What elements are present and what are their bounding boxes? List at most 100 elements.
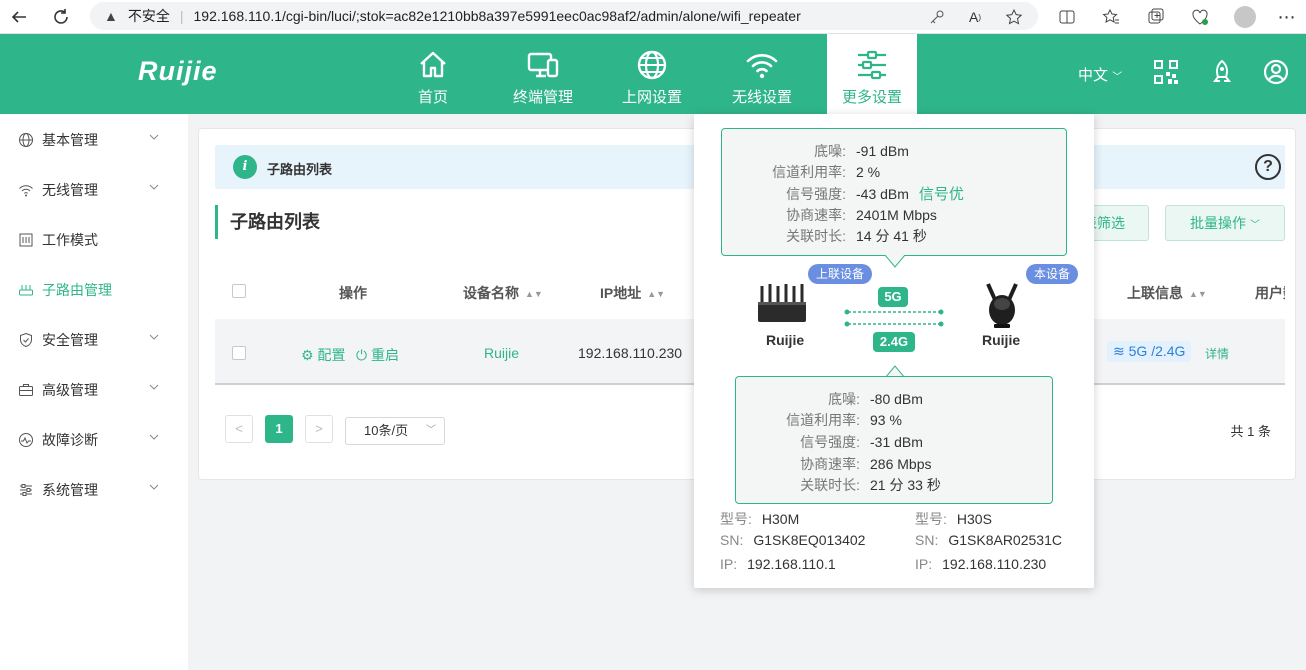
stat-value: -91 dBm xyxy=(856,143,909,159)
uplink-device-tag: 上联设备 xyxy=(808,264,873,284)
config-link[interactable]: ⚙ 配置 xyxy=(301,345,345,365)
profile-avatar[interactable] xyxy=(1234,6,1256,28)
stat-key: 协商速率: xyxy=(786,207,846,223)
sort-icon: ▲▼ xyxy=(525,289,543,300)
sidebar-item-security[interactable]: 安全管理 xyxy=(0,315,188,365)
qrcode-icon[interactable] xyxy=(1152,58,1180,86)
stat-key: 底噪: xyxy=(814,143,846,159)
rocket-icon[interactable] xyxy=(1208,58,1236,86)
header-uplink[interactable]: 上联信息 ▲▼ xyxy=(1127,283,1207,303)
row-checkbox[interactable] xyxy=(232,346,246,360)
stat-key: 信道利用率: xyxy=(786,412,860,428)
meta-value: G1SK8AR02531C xyxy=(948,532,1062,548)
browser-toolbar: ▲ 不安全 | 192.168.110.1/cgi-bin/luci/;stok… xyxy=(0,0,1306,34)
key-icon[interactable] xyxy=(926,6,948,28)
local-device-name: Ruijie xyxy=(982,332,1021,348)
stat-value: 2401M Mbps xyxy=(856,207,937,223)
nav-wireless-label: 无线设置 xyxy=(731,89,792,106)
nav-more-label: 更多设置 xyxy=(841,89,902,106)
health-icon[interactable] xyxy=(1189,6,1211,28)
header-ip[interactable]: IP地址 ▲▼ xyxy=(600,283,665,303)
detail-link[interactable]: 详情 xyxy=(1205,345,1229,362)
stat-row: 信号强度: -31 dBm xyxy=(736,432,923,452)
stat-row: 信道利用率: 93 % xyxy=(736,410,902,430)
page-size-select[interactable]: 10条/页 ﹀ xyxy=(345,417,445,445)
sidebar: 基本管理 无线管理 工作模式 子路由管理 安全管理 高级管理 故障诊断 系统管理 xyxy=(0,114,188,670)
refresh-icon[interactable] xyxy=(50,6,72,28)
sliders-icon xyxy=(858,50,886,80)
uplink-value: 5G /2.4G xyxy=(1128,343,1186,359)
favorite-star-icon[interactable] xyxy=(1003,6,1025,28)
callout-arrow-down xyxy=(884,255,906,268)
nav-terminal[interactable]: 终端管理 xyxy=(498,34,588,114)
reboot-link[interactable]: ⏻ 重启 xyxy=(356,345,399,365)
sidebar-item-label: 高级管理 xyxy=(42,382,98,398)
reboot-label: 重启 xyxy=(370,347,399,363)
batch-operation-button[interactable]: 批量操作 ﹀ xyxy=(1165,205,1285,241)
nav-internet[interactable]: 上网设置 xyxy=(607,34,697,114)
address-bar[interactable]: ▲ 不安全 | 192.168.110.1/cgi-bin/luci/;stok… xyxy=(90,2,1038,30)
sidebar-item-basic[interactable]: 基本管理 xyxy=(0,115,188,165)
next-page-button[interactable]: > xyxy=(305,415,333,443)
uplink-model: 型号: H30M xyxy=(720,509,799,529)
stat-row: 底噪: -80 dBm xyxy=(736,389,923,409)
info-icon: i xyxy=(233,155,257,179)
uplink-device-name: Ruijie xyxy=(766,332,805,348)
meta-value: 192.168.110.1 xyxy=(747,556,836,572)
chevron-down-icon: ﹀ xyxy=(1112,72,1123,83)
sidebar-item-workmode[interactable]: 工作模式 xyxy=(0,215,188,265)
nav-home[interactable]: 首页 xyxy=(388,34,478,114)
uplink-badge: ≋ 5G /2.4G xyxy=(1107,341,1192,362)
device-name-link[interactable]: Ruijie xyxy=(484,345,519,361)
url-text: 192.168.110.1/cgi-bin/luci/;stok=ac82e12… xyxy=(193,8,801,24)
meta-key: IP: xyxy=(720,556,738,572)
meta-key: 型号: xyxy=(915,511,947,527)
uplink-detail-popup: 底噪: -91 dBm 信道利用率: 2 % 信号强度: -43 dBm 信号优 协商… xyxy=(694,114,1094,588)
stat-key: 关联时长: xyxy=(786,228,846,244)
nav-more[interactable]: 更多设置 xyxy=(827,34,917,114)
stat-key: 关联时长: xyxy=(800,477,860,493)
sidebar-item-label: 子路由管理 xyxy=(42,282,112,298)
prev-page-button[interactable]: < xyxy=(225,415,253,443)
meta-value: 192.168.110.230 xyxy=(942,556,1047,572)
router-icon xyxy=(19,285,33,296)
router-h30s-icon xyxy=(986,283,1018,328)
stat-value: 14 分 41 秒 xyxy=(856,228,927,244)
globe-icon xyxy=(19,133,33,147)
back-icon[interactable] xyxy=(8,6,30,28)
stat-value: -80 dBm xyxy=(870,391,923,407)
ruijie-logo: Ruijie xyxy=(138,56,218,86)
sliders-icon xyxy=(20,484,32,496)
sidebar-item-system[interactable]: 系统管理 xyxy=(0,465,188,515)
select-all-checkbox[interactable] xyxy=(232,284,246,298)
stat-row: 关联时长: 21 分 33 秒 xyxy=(736,475,941,495)
config-label: 配置 xyxy=(317,347,346,363)
split-screen-icon[interactable] xyxy=(1056,6,1078,28)
favorites-icon[interactable] xyxy=(1100,6,1122,28)
stat-value: 286 Mbps xyxy=(870,456,932,472)
help-icon[interactable]: ? xyxy=(1255,154,1281,180)
5g-stats-box: 底噪: -91 dBm 信道利用率: 2 % 信号强度: -43 dBm 信号优 协商… xyxy=(721,128,1067,256)
page-1-button[interactable]: 1 xyxy=(265,415,293,443)
nav-wireless[interactable]: 无线设置 xyxy=(717,34,807,114)
collections-icon[interactable] xyxy=(1145,6,1167,28)
nav-home-label: 首页 xyxy=(417,89,448,106)
sidebar-item-advanced[interactable]: 高级管理 xyxy=(0,365,188,415)
ip-cell: 192.168.110.230 xyxy=(578,345,683,361)
sidebar-item-diagnosis[interactable]: 故障诊断 xyxy=(0,415,188,465)
stat-row: 关联时长: 14 分 41 秒 xyxy=(722,226,927,246)
language-selector[interactable]: 中文 ﹀ xyxy=(1078,64,1122,85)
sidebar-item-subrouter[interactable]: 子路由管理 xyxy=(0,265,188,315)
wifi-icon: ≋ xyxy=(1113,343,1125,359)
user-icon[interactable] xyxy=(1262,58,1290,86)
header-device-name[interactable]: 设备名称 ▲▼ xyxy=(463,283,543,303)
stat-row: 协商速率: 286 Mbps xyxy=(736,454,931,474)
stat-key: 信号强度: xyxy=(800,434,860,450)
more-icon[interactable]: ⋯ xyxy=(1276,6,1298,28)
stat-row: 信号强度: -43 dBm 信号优 xyxy=(722,183,964,204)
diagnosis-icon xyxy=(19,433,33,447)
read-aloud-icon[interactable]: A) xyxy=(964,6,986,28)
sidebar-item-wireless[interactable]: 无线管理 xyxy=(0,165,188,215)
nav-terminal-label: 终端管理 xyxy=(512,89,573,106)
stat-value: -31 dBm xyxy=(870,434,923,450)
